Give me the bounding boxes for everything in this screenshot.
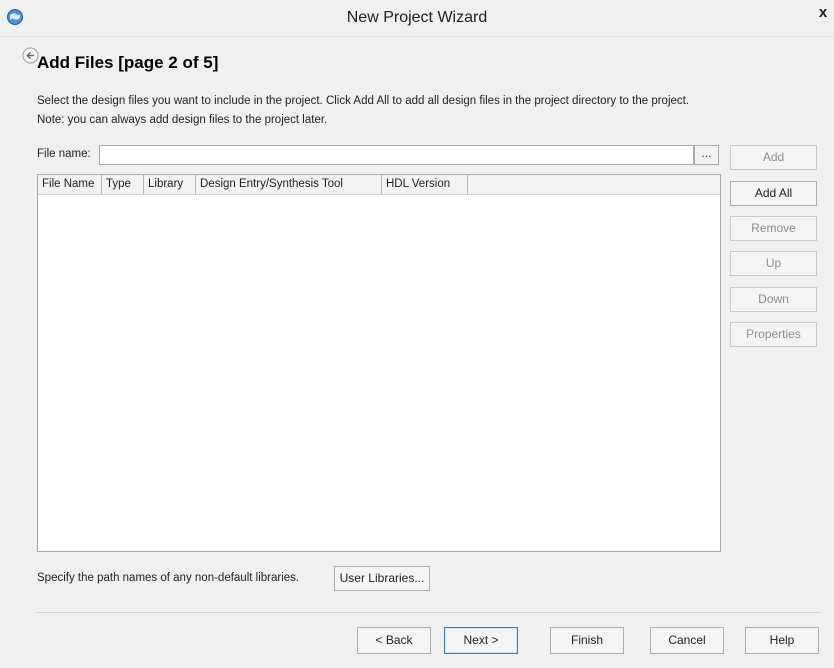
column-header-design-entry-tool[interactable]: Design Entry/Synthesis Tool bbox=[196, 175, 382, 194]
description-line-1: Select the design files you want to incl… bbox=[37, 95, 690, 107]
table-header: File Name Type Library Design Entry/Synt… bbox=[38, 175, 720, 195]
user-libraries-button[interactable]: User Libraries... bbox=[334, 566, 430, 591]
file-name-input[interactable] bbox=[99, 145, 694, 165]
properties-button[interactable]: Properties bbox=[730, 322, 817, 347]
column-header-hdl-version[interactable]: HDL Version bbox=[382, 175, 468, 194]
column-header-library[interactable]: Library bbox=[144, 175, 196, 194]
add-button[interactable]: Add bbox=[730, 145, 817, 170]
libraries-label: Specify the path names of any non-defaul… bbox=[37, 572, 300, 584]
window-title: New Project Wizard bbox=[346, 9, 488, 26]
add-all-button[interactable]: Add All bbox=[730, 181, 817, 206]
file-name-label: File name: bbox=[37, 148, 91, 160]
description-line-2: Note: you can always add design files to… bbox=[37, 114, 328, 126]
cancel-button[interactable]: Cancel bbox=[650, 627, 724, 654]
column-header-type[interactable]: Type bbox=[102, 175, 144, 194]
footer-divider bbox=[37, 612, 821, 613]
down-button[interactable]: Down bbox=[730, 287, 817, 312]
remove-button[interactable]: Remove bbox=[730, 216, 817, 241]
title-bar: New Project Wizard x bbox=[0, 0, 834, 37]
finish-button[interactable]: Finish bbox=[550, 627, 624, 654]
file-list-table[interactable]: File Name Type Library Design Entry/Synt… bbox=[37, 174, 721, 552]
next-button[interactable]: Next > bbox=[444, 627, 518, 654]
close-button[interactable]: x bbox=[815, 4, 831, 22]
help-button[interactable]: Help bbox=[745, 627, 819, 654]
browse-button[interactable]: ... bbox=[694, 145, 719, 165]
back-button[interactable]: < Back bbox=[357, 627, 431, 654]
up-button[interactable]: Up bbox=[730, 251, 817, 276]
column-header-file-name[interactable]: File Name bbox=[38, 175, 102, 194]
page-title: Add Files [page 2 of 5] bbox=[37, 53, 219, 72]
